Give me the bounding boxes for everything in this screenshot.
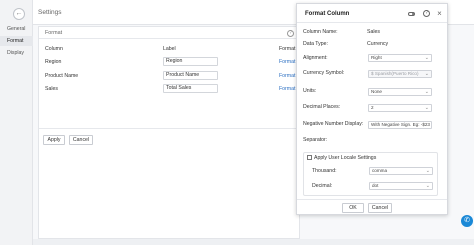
currency-symbol-select[interactable]: $ Spanish(Puerto Rico) ⌄ bbox=[368, 70, 432, 78]
format-link[interactable]: Format bbox=[279, 59, 295, 65]
column-header-column: Column bbox=[45, 46, 63, 52]
app-frame: ← General Format Display Settings Format… bbox=[0, 0, 474, 245]
rail-item-display[interactable]: Display bbox=[7, 50, 24, 56]
dialog-footer: OK Cancel bbox=[297, 199, 447, 214]
cancel-button[interactable]: Cancel bbox=[69, 135, 93, 145]
column-name-value: Sales bbox=[367, 29, 380, 35]
chevron-down-icon: ⌄ bbox=[424, 105, 429, 111]
column-header-format: Format bbox=[279, 46, 296, 52]
units-value: None bbox=[371, 89, 382, 94]
page-title: Settings bbox=[38, 9, 62, 16]
format-link[interactable]: Format bbox=[279, 86, 295, 92]
column-name-label: Column Name: bbox=[303, 29, 338, 35]
alignment-value: Right bbox=[371, 55, 382, 60]
format-column-dialog: Format Column ? × Column Name: Sales Dat… bbox=[296, 3, 448, 215]
dialog-cancel-button[interactable]: Cancel bbox=[368, 203, 392, 213]
bottom-strip bbox=[33, 239, 474, 245]
negative-number-label: Negative Number Display: bbox=[303, 121, 364, 127]
format-card-header: Format ? bbox=[39, 27, 299, 39]
rail-item-general[interactable]: General bbox=[7, 26, 25, 32]
label-input[interactable]: Region bbox=[163, 57, 218, 66]
row-column-name: Sales bbox=[45, 86, 58, 92]
rail-item-format[interactable]: Format bbox=[7, 38, 23, 44]
apply-locale-checkbox[interactable] bbox=[307, 155, 312, 160]
back-arrow-icon[interactable]: ← bbox=[13, 8, 25, 20]
units-select[interactable]: None ⌄ bbox=[368, 88, 432, 96]
chat-icon[interactable]: ✆ bbox=[461, 215, 473, 227]
negative-number-value: With Negative Sign. Eg: -$23 bbox=[371, 122, 430, 127]
chevron-down-icon: ⌄ bbox=[424, 89, 429, 95]
close-icon[interactable]: × bbox=[436, 10, 443, 18]
help-icon[interactable]: ? bbox=[287, 30, 294, 37]
chevron-down-icon: ⌄ bbox=[424, 71, 429, 77]
chevron-down-icon: ⌄ bbox=[425, 168, 430, 174]
help-icon[interactable]: ? bbox=[423, 10, 430, 17]
row-column-name: Region bbox=[45, 59, 62, 65]
thousand-value: comma bbox=[372, 168, 388, 173]
chevron-down-icon: ⌄ bbox=[425, 183, 430, 189]
currency-symbol-value: $ Spanish(Puerto Rico) bbox=[371, 71, 419, 76]
apply-locale-label: Apply User Locale Settings bbox=[314, 154, 377, 161]
decimal-select[interactable]: dot ⌄ bbox=[369, 182, 433, 190]
dialog-title: Format Column bbox=[305, 11, 350, 17]
toggle-icon[interactable] bbox=[408, 11, 415, 16]
apply-button[interactable]: Apply bbox=[43, 135, 65, 145]
separator-box: Apply User Locale Settings Thousand: com… bbox=[303, 152, 438, 196]
units-label: Units: bbox=[303, 88, 317, 94]
data-type-label: Data Type: bbox=[303, 41, 328, 47]
ok-button[interactable]: OK bbox=[342, 203, 364, 213]
decimal-places-label: Decimal Places: bbox=[303, 104, 341, 110]
thousand-label: Thousand: bbox=[312, 168, 337, 174]
separator-label: Separator: bbox=[303, 137, 328, 143]
column-header-label: Label bbox=[163, 46, 176, 52]
format-link[interactable]: Format bbox=[279, 73, 295, 79]
dialog-header: Format Column ? × bbox=[297, 4, 447, 23]
currency-symbol-label: Currency Symbol: bbox=[303, 70, 345, 76]
decimal-places-value: 2 bbox=[371, 105, 374, 110]
alignment-select[interactable]: Right ⌄ bbox=[368, 54, 432, 62]
negative-number-select[interactable]: With Negative Sign. Eg: -$23 bbox=[368, 121, 432, 129]
chevron-down-icon: ⌄ bbox=[424, 55, 429, 61]
data-type-value: Currency bbox=[367, 41, 389, 47]
left-rail: ← General Format Display bbox=[0, 0, 33, 245]
card-divider bbox=[39, 128, 301, 129]
row-column-name: Product Name bbox=[45, 73, 79, 79]
label-input[interactable]: Product Name bbox=[163, 71, 218, 80]
format-card: Format ? Column Label Format Region Regi… bbox=[38, 26, 301, 239]
alignment-label: Alignment: bbox=[303, 55, 328, 61]
label-input[interactable]: Total Sales bbox=[163, 84, 218, 93]
decimal-value: dot bbox=[372, 183, 379, 188]
thousand-select[interactable]: comma ⌄ bbox=[369, 167, 433, 175]
decimal-label: Decimal: bbox=[312, 183, 333, 189]
decimal-places-select[interactable]: 2 ⌄ bbox=[368, 104, 432, 112]
format-card-title: Format bbox=[45, 30, 63, 36]
